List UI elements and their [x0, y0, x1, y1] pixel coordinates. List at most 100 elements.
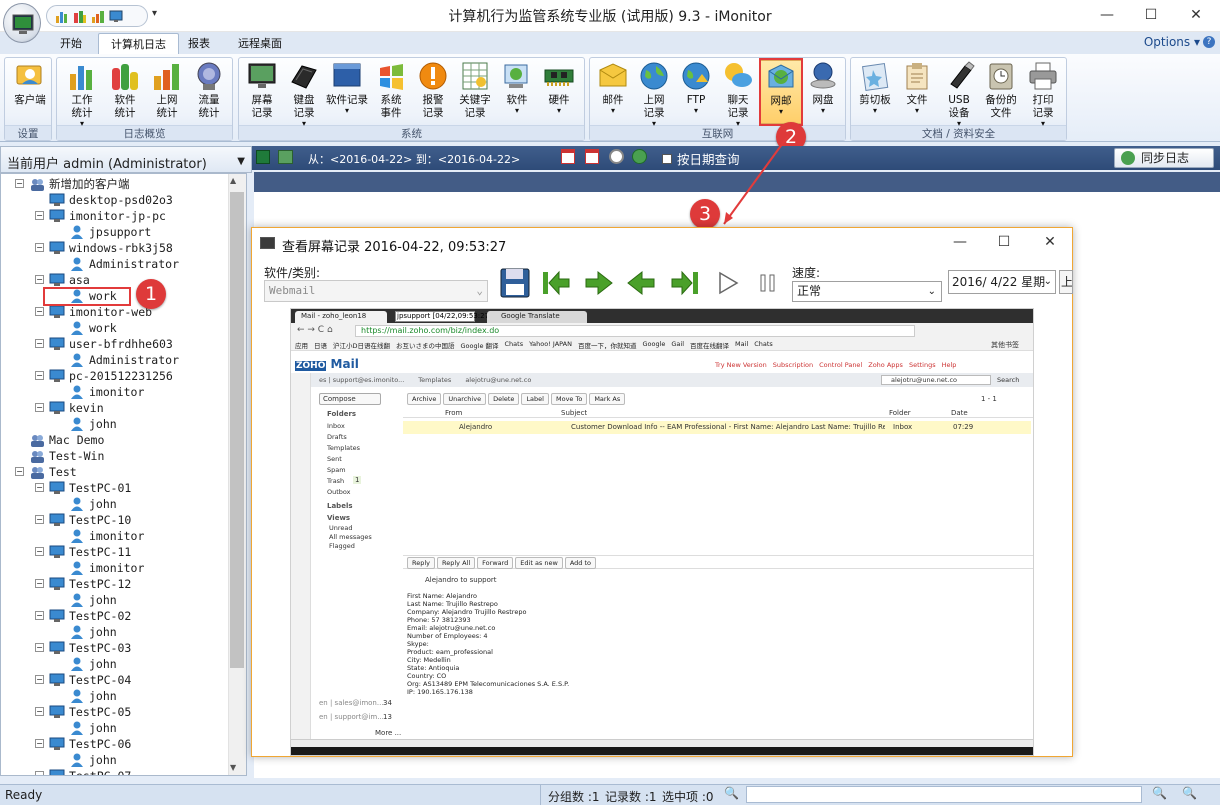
- keyboard-record-button[interactable]: 键盘 记录 ▾: [282, 60, 326, 128]
- collapse-icon[interactable]: −: [15, 467, 24, 476]
- usb-device-button[interactable]: USB 设备 ▾: [937, 60, 981, 128]
- tree-node-pc[interactable]: − imonitor-web: [1, 304, 229, 320]
- ftp-button[interactable]: FTP ▾: [674, 60, 718, 124]
- software-record-button[interactable]: 软件记录 ▾: [325, 60, 369, 124]
- tree-node-pc[interactable]: − TestPC-03: [1, 640, 229, 656]
- tree-node-user[interactable]: imonitor: [1, 384, 229, 400]
- alarm-record-button[interactable]: 报警 记录: [411, 60, 455, 124]
- excel-export-icon[interactable]: [256, 150, 270, 164]
- tree-node-user[interactable]: john: [1, 656, 229, 672]
- collapse-icon[interactable]: −: [35, 339, 44, 348]
- collapse-icon[interactable]: −: [35, 403, 44, 412]
- traffic-stats-button[interactable]: 流量 统计: [187, 60, 231, 124]
- date-picker[interactable]: 2016/ 4/22 星期 ⌄: [948, 270, 1056, 294]
- tree-node-user[interactable]: imonitor: [1, 560, 229, 576]
- zoom-out-icon[interactable]: 🔍: [1152, 786, 1167, 800]
- collapse-icon[interactable]: −: [15, 179, 24, 188]
- tree-node-pc[interactable]: − pc-201512231256: [1, 368, 229, 384]
- tree-node-pc[interactable]: desktop-psd02o3: [1, 192, 229, 208]
- tab-start[interactable]: 开始: [48, 33, 94, 54]
- play-button[interactable]: [710, 266, 744, 300]
- tree-node-pc[interactable]: − kevin: [1, 400, 229, 416]
- tree-node-group[interactable]: Test-Win: [1, 448, 229, 464]
- tree-node-pc[interactable]: − TestPC-11: [1, 544, 229, 560]
- tree-node-pc[interactable]: − TestPC-05: [1, 704, 229, 720]
- collapse-icon[interactable]: −: [35, 371, 44, 380]
- work-stats-button[interactable]: 工作 统计 ▾: [60, 60, 104, 128]
- hardware-button[interactable]: 硬件 ▾: [537, 60, 581, 124]
- software-stats-button[interactable]: 软件 统计: [103, 60, 147, 124]
- help-icon[interactable]: ?: [1203, 36, 1215, 48]
- web-stats-button[interactable]: 上网 统计: [145, 60, 189, 124]
- save-button[interactable]: [498, 266, 532, 300]
- collapse-icon[interactable]: −: [35, 211, 44, 220]
- collapse-icon[interactable]: −: [35, 771, 44, 775]
- dialog-minimize-button[interactable]: —: [940, 234, 980, 254]
- dialog-close-button[interactable]: ✕: [1030, 234, 1070, 254]
- tree-node-user[interactable]: john: [1, 752, 229, 768]
- collapse-icon[interactable]: −: [35, 579, 44, 588]
- software-category-select[interactable]: Webmail ⌄: [264, 280, 488, 302]
- tree-node-user[interactable]: work: [1, 320, 229, 336]
- scroll-up-icon[interactable]: ▲: [230, 176, 236, 185]
- close-button[interactable]: ✕: [1178, 4, 1214, 26]
- first-frame-button[interactable]: [539, 266, 573, 300]
- tree-node-user[interactable]: imonitor: [1, 528, 229, 544]
- tree-node-user[interactable]: jpsupport: [1, 224, 229, 240]
- tree-node-user[interactable]: john: [1, 624, 229, 640]
- keyword-record-button[interactable]: 关键字 记录: [453, 60, 497, 124]
- web-record-button[interactable]: 上网 记录 ▾: [632, 60, 676, 128]
- next-frame-button[interactable]: [582, 266, 616, 300]
- tree-node-user[interactable]: john: [1, 720, 229, 736]
- file-button[interactable]: 文件 ▾: [895, 60, 939, 124]
- collapse-icon[interactable]: −: [35, 275, 44, 284]
- webmail-button[interactable]: 网邮 ▾: [759, 60, 803, 124]
- previous-frame-button[interactable]: [624, 266, 658, 300]
- tree-node-user[interactable]: Administrator: [1, 352, 229, 368]
- tree-node-pc[interactable]: − user-bfrdhhe603: [1, 336, 229, 352]
- scroll-down-icon[interactable]: ▼: [230, 763, 236, 772]
- options-menu[interactable]: Options ▾: [1144, 35, 1200, 49]
- tree-node-group[interactable]: − Test: [1, 464, 229, 480]
- by-date-checkbox[interactable]: [662, 153, 672, 164]
- tree-node-pc[interactable]: − imonitor-jp-pc: [1, 208, 229, 224]
- system-event-button[interactable]: 系统 事件: [369, 60, 413, 124]
- print-record-button[interactable]: 打印 记录 ▾: [1021, 60, 1065, 128]
- collapse-icon[interactable]: −: [35, 707, 44, 716]
- collapse-icon[interactable]: −: [35, 643, 44, 652]
- tree-node-pc[interactable]: − windows-rbk3j58: [1, 240, 229, 256]
- chat-record-button[interactable]: 聊天 记录 ▾: [716, 60, 760, 128]
- status-search-input[interactable]: [746, 786, 1142, 803]
- tab-reports[interactable]: 报表: [176, 33, 222, 54]
- calendar-range-icon[interactable]: [585, 149, 599, 164]
- tree-node-user[interactable]: john: [1, 592, 229, 608]
- email-button[interactable]: 邮件 ▾: [591, 60, 635, 124]
- maximize-button[interactable]: ☐: [1133, 4, 1169, 26]
- pause-button[interactable]: [751, 266, 785, 300]
- netdisk-button[interactable]: 网盘 ▾: [801, 60, 845, 124]
- clock-icon[interactable]: [609, 149, 624, 164]
- date-range-label[interactable]: 从：<2016-04-22> 到：<2016-04-22>: [308, 151, 520, 167]
- refresh-icon[interactable]: [632, 149, 647, 164]
- collapse-icon[interactable]: −: [35, 243, 44, 252]
- zoom-in-icon[interactable]: 🔍: [1182, 786, 1197, 800]
- app-logo[interactable]: [3, 3, 41, 43]
- collapse-icon[interactable]: −: [35, 547, 44, 556]
- tree-node-group[interactable]: Mac Demo: [1, 432, 229, 448]
- tab-computer-log[interactable]: 计算机日志: [98, 33, 179, 54]
- tree-node-pc[interactable]: − TestPC-06: [1, 736, 229, 752]
- last-frame-button[interactable]: [668, 266, 702, 300]
- collapse-icon[interactable]: −: [35, 515, 44, 524]
- tab-remote-desktop[interactable]: 远程桌面: [226, 33, 294, 54]
- collapse-icon[interactable]: −: [35, 675, 44, 684]
- export-icon[interactable]: [278, 150, 293, 164]
- sync-log-button[interactable]: 同步日志: [1114, 148, 1214, 168]
- tree-node-group[interactable]: − 新增加的客户端: [1, 176, 229, 192]
- client-button[interactable]: 客户端: [8, 60, 52, 124]
- minimize-button[interactable]: —: [1089, 4, 1125, 26]
- up-button[interactable]: 上: [1059, 270, 1073, 294]
- current-user-selector[interactable]: 当前用户 admin (Administrator) ▼: [0, 146, 252, 173]
- tree-node-user[interactable]: Administrator: [1, 256, 229, 272]
- tree-node-pc[interactable]: − TestPC-12: [1, 576, 229, 592]
- tree-node-pc[interactable]: − TestPC-02: [1, 608, 229, 624]
